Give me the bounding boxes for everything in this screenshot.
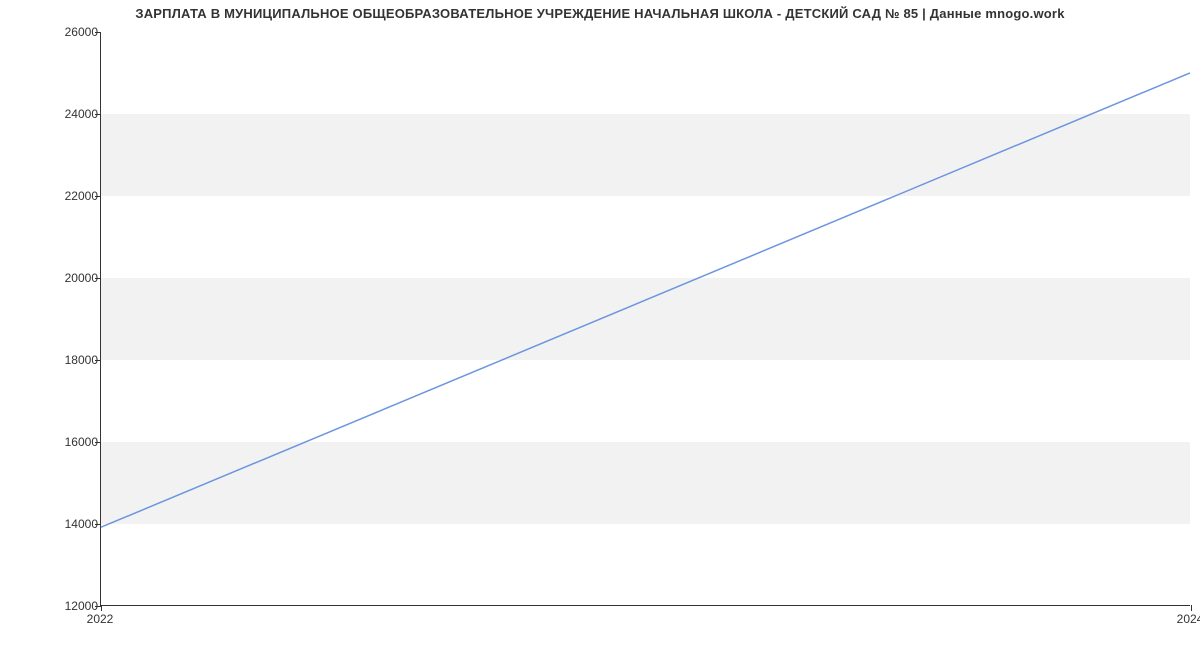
x-tick — [101, 605, 102, 611]
plot-area — [100, 32, 1190, 606]
y-tick-label: 12000 — [38, 599, 98, 613]
y-tick-label: 16000 — [38, 435, 98, 449]
x-tick-label: 2024 — [1177, 612, 1200, 626]
x-tick-label: 2022 — [87, 612, 114, 626]
chart-title: ЗАРПЛАТА В МУНИЦИПАЛЬНОЕ ОБЩЕОБРАЗОВАТЕЛ… — [0, 6, 1200, 21]
y-tick-label: 14000 — [38, 517, 98, 531]
y-tick-label: 18000 — [38, 353, 98, 367]
data-line — [101, 73, 1190, 527]
y-tick-label: 24000 — [38, 107, 98, 121]
y-tick-label: 20000 — [38, 271, 98, 285]
y-tick-label: 26000 — [38, 25, 98, 39]
y-tick-label: 22000 — [38, 189, 98, 203]
x-tick — [1191, 605, 1192, 611]
line-layer — [101, 32, 1190, 605]
salary-line-chart: ЗАРПЛАТА В МУНИЦИПАЛЬНОЕ ОБЩЕОБРАЗОВАТЕЛ… — [0, 0, 1200, 650]
